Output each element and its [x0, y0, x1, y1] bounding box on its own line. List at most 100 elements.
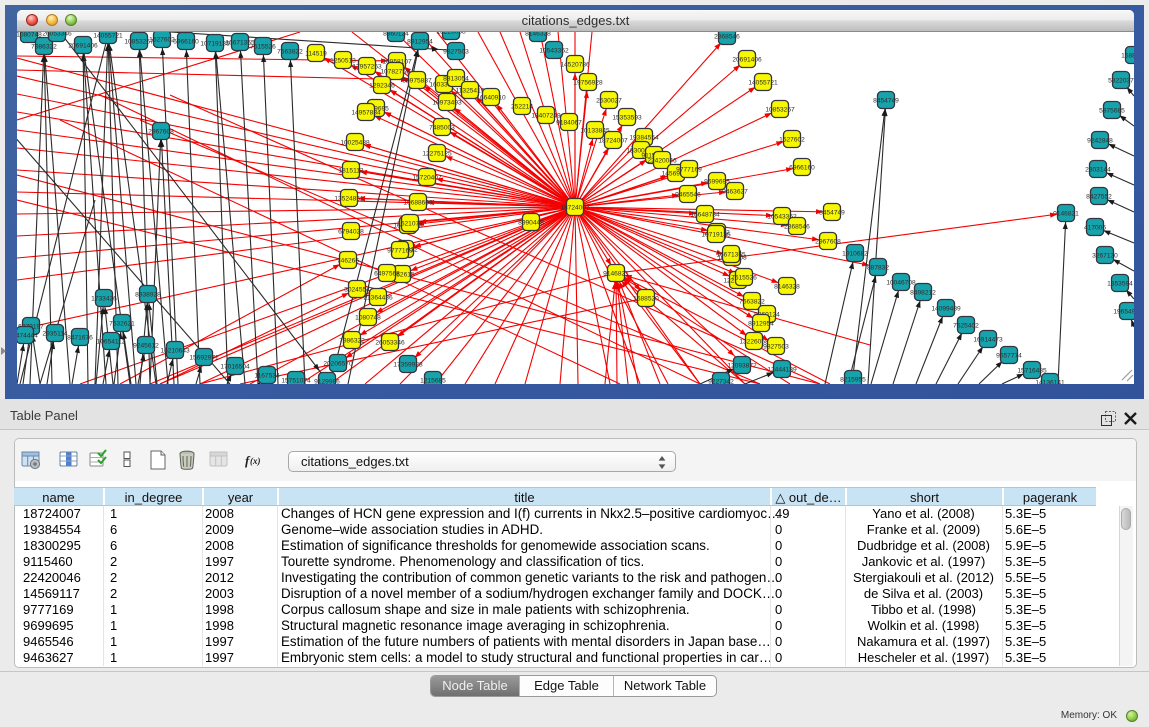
- svg-text:3267130: 3267130: [1092, 252, 1118, 259]
- svg-text:20691406: 20691406: [732, 56, 762, 63]
- svg-text:9777169: 9777169: [676, 166, 702, 173]
- svg-text:14055721: 14055721: [93, 32, 123, 39]
- svg-text:8990448: 8990448: [518, 219, 544, 226]
- svg-text:14957884: 14957884: [351, 109, 381, 116]
- svg-text:6794028: 6794028: [338, 228, 364, 235]
- svg-text:3024554: 3024554: [344, 286, 370, 293]
- svg-text:9245612: 9245612: [133, 342, 159, 349]
- svg-text:9184067: 9184067: [556, 119, 582, 126]
- svg-text:9474444: 9474444: [12, 332, 38, 339]
- svg-text:5875685: 5875685: [1099, 107, 1125, 114]
- svg-text:252214: 252214: [511, 103, 533, 110]
- svg-text:19756928: 19756928: [573, 79, 603, 86]
- svg-text:13524851: 13524851: [334, 195, 364, 202]
- svg-text:1910682: 1910682: [842, 250, 868, 257]
- svg-text:15751074: 15751074: [281, 377, 311, 384]
- svg-text:16914473: 16914473: [973, 336, 1003, 343]
- svg-text:1527602: 1527602: [779, 136, 805, 143]
- svg-text:14055721: 14055721: [748, 79, 778, 86]
- svg-text:14136141: 14136141: [1035, 379, 1065, 386]
- svg-text:19654923: 19654923: [1113, 308, 1143, 315]
- svg-text:1080748: 1080748: [355, 314, 381, 321]
- svg-text:1292346: 1292346: [369, 82, 395, 89]
- svg-text:2368546: 2368546: [714, 33, 740, 40]
- svg-text:9827503: 9827503: [763, 343, 789, 350]
- svg-text:8498212: 8498212: [910, 289, 936, 296]
- svg-text:1527602: 1527602: [149, 36, 175, 43]
- svg-text:9657774: 9657774: [996, 352, 1022, 359]
- svg-text:1167534: 1167534: [254, 372, 280, 379]
- svg-text:9146821: 9146821: [1053, 210, 1079, 217]
- svg-text:15692971: 15692971: [189, 354, 219, 361]
- svg-text:26053346: 26053346: [375, 339, 405, 346]
- svg-text:9777169: 9777169: [387, 247, 413, 254]
- svg-text:17016504: 17016504: [220, 363, 250, 370]
- svg-text:2967608: 2967608: [815, 238, 841, 245]
- svg-text:21364436: 21364436: [363, 294, 393, 301]
- svg-text:8427552: 8427552: [1086, 193, 1112, 200]
- svg-text:12275125: 12275125: [422, 150, 452, 157]
- svg-text:17359928: 17359928: [393, 361, 423, 368]
- svg-text:16210643: 16210643: [160, 347, 190, 354]
- svg-text:7663822: 7663822: [277, 48, 303, 55]
- svg-text:20206570: 20206570: [323, 360, 353, 367]
- svg-text:8471676: 8471676: [67, 334, 93, 341]
- svg-text:22420046: 22420046: [647, 157, 677, 164]
- svg-text:17957253: 17957253: [352, 63, 382, 70]
- svg-text:16640910: 16640910: [476, 94, 506, 101]
- svg-text:1621072: 1621072: [397, 220, 423, 227]
- svg-text:16648784: 16648784: [690, 211, 720, 218]
- svg-text:8912954: 8912954: [407, 38, 433, 45]
- svg-text:10853267: 10853267: [765, 106, 795, 113]
- svg-text:1815112: 1815112: [338, 167, 364, 174]
- svg-text:8215955: 8215955: [840, 376, 866, 383]
- svg-text:8454749: 8454749: [873, 97, 899, 104]
- svg-text:7663822: 7663822: [739, 298, 765, 305]
- svg-text:1588520: 1588520: [1121, 52, 1147, 59]
- svg-text:2530027: 2530027: [596, 97, 622, 104]
- svg-text:7485003: 7485003: [429, 124, 455, 131]
- svg-text:2368546: 2368546: [784, 223, 810, 230]
- svg-text:90975887: 90975887: [402, 77, 432, 84]
- svg-text:7515526: 7515526: [731, 274, 757, 281]
- svg-text:9465546: 9465546: [675, 191, 701, 198]
- svg-text:7986322: 7986322: [339, 337, 365, 344]
- svg-text:5322037: 5322037: [1108, 77, 1134, 84]
- svg-text:11325419: 11325419: [456, 87, 485, 94]
- svg-text:(x): (x): [250, 456, 261, 466]
- svg-text:9699695: 9699695: [704, 178, 730, 185]
- svg-text:9463627: 9463627: [722, 188, 748, 195]
- svg-text:746266: 746266: [337, 257, 359, 264]
- svg-text:6966160: 6966160: [789, 164, 815, 171]
- svg-text:14520786: 14520786: [560, 61, 590, 68]
- svg-text:6497568: 6497568: [374, 270, 400, 277]
- svg-text:18724007: 18724007: [560, 204, 590, 211]
- svg-text:9146821: 9146821: [603, 270, 629, 277]
- svg-text:1588520: 1588520: [633, 295, 659, 302]
- svg-text:7625402: 7625402: [953, 322, 979, 329]
- svg-text:15353593: 15353593: [612, 114, 642, 121]
- svg-text:10973493: 10973493: [432, 99, 462, 106]
- svg-text:10719135: 10719135: [701, 231, 731, 238]
- svg-text:7632621: 7632621: [109, 320, 135, 327]
- svg-text:19384554: 19384554: [629, 134, 659, 141]
- svg-text:15716485: 15716485: [1017, 367, 1047, 374]
- svg-text:10046708: 10046708: [886, 279, 916, 286]
- svg-text:18724007: 18724007: [598, 137, 628, 144]
- svg-text:114519: 114519: [305, 50, 327, 57]
- svg-text:9227342: 9227342: [708, 378, 734, 385]
- svg-text:2803144: 2803144: [1085, 166, 1111, 173]
- svg-text:9827503: 9827503: [443, 48, 469, 55]
- svg-text:7515526: 7515526: [250, 43, 276, 50]
- svg-text:8146328: 8146328: [774, 283, 800, 290]
- svg-text:18407249: 18407249: [531, 112, 561, 119]
- svg-text:8938928: 8938928: [135, 291, 161, 298]
- svg-text:10025488: 10025488: [340, 139, 370, 146]
- svg-text:6966160: 6966160: [173, 38, 199, 45]
- svg-text:1733426: 1733426: [91, 295, 117, 302]
- svg-text:9129986: 9129986: [314, 378, 340, 385]
- svg-text:15720407: 15720407: [412, 174, 442, 181]
- svg-text:887832: 887832: [867, 264, 889, 271]
- svg-text:9242848: 9242848: [1087, 137, 1113, 144]
- svg-text:10688609: 10688609: [403, 199, 433, 206]
